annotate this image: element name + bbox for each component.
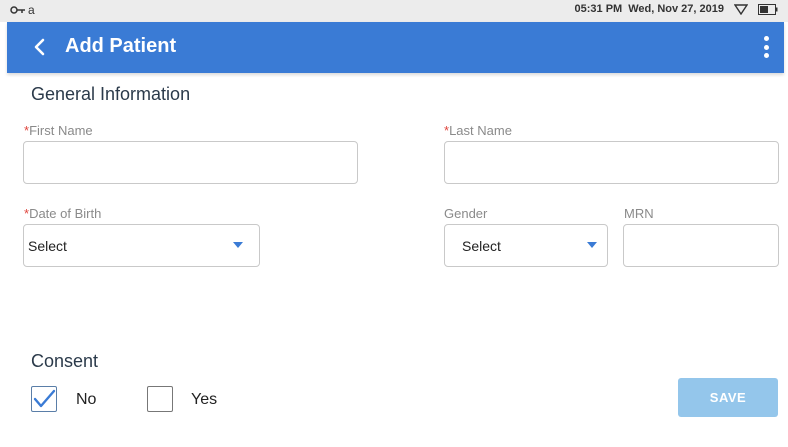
consent-yes-checkbox[interactable]: [147, 386, 173, 412]
save-button[interactable]: SAVE: [678, 378, 778, 417]
status-left: a: [10, 3, 35, 17]
mrn-label: MRN: [624, 206, 654, 221]
more-vertical-dot: [763, 44, 769, 50]
more-options-button[interactable]: [758, 33, 774, 61]
consent-no-checkbox[interactable]: [31, 386, 57, 412]
last-name-label: *Last Name: [444, 123, 512, 138]
checkmark-icon: [33, 389, 56, 408]
first-name-input[interactable]: [23, 141, 358, 184]
date-of-birth-select-value: Select: [28, 238, 67, 254]
last-name-input[interactable]: [444, 141, 779, 184]
status-time: 05:31 PM: [574, 3, 623, 15]
status-bar: a 05:31 PM Wed, Nov 27, 2019: [0, 0, 788, 22]
caret-down-icon: [587, 242, 597, 248]
key-icon: [10, 5, 26, 15]
caret-down-icon: [233, 242, 243, 248]
date-of-birth-label-text: Date of Birth: [29, 206, 102, 221]
last-name-label-text: Last Name: [449, 123, 512, 138]
gender-select-value: Select: [462, 238, 501, 254]
gender-select[interactable]: Select: [444, 224, 608, 267]
status-date: Wed, Nov 27, 2019: [628, 3, 724, 15]
date-of-birth-label: *Date of Birth: [24, 206, 101, 221]
first-name-label-text: First Name: [29, 123, 93, 138]
battery-icon: [758, 3, 778, 15]
wifi-icon: [734, 3, 748, 15]
chevron-left-icon: [34, 38, 45, 56]
consent-title: Consent: [31, 351, 99, 371]
date-of-birth-select[interactable]: Select: [23, 224, 260, 267]
status-right: 05:31 PM Wed, Nov 27, 2019: [575, 3, 779, 15]
consent-yes-label: Yes: [191, 391, 218, 408]
general-information-title: General Information: [31, 84, 191, 104]
status-left-text: a: [28, 3, 35, 17]
consent-no-label: No: [76, 391, 97, 408]
more-vertical-dot: [763, 53, 769, 58]
mrn-input[interactable]: [623, 224, 779, 267]
first-name-label: *First Name: [24, 123, 93, 138]
page-title: Add Patient: [65, 35, 177, 57]
gender-label: Gender: [444, 206, 488, 221]
app-bar: Add Patient: [7, 22, 784, 73]
back-button[interactable]: [27, 34, 51, 60]
more-vertical-icon: [763, 36, 769, 41]
